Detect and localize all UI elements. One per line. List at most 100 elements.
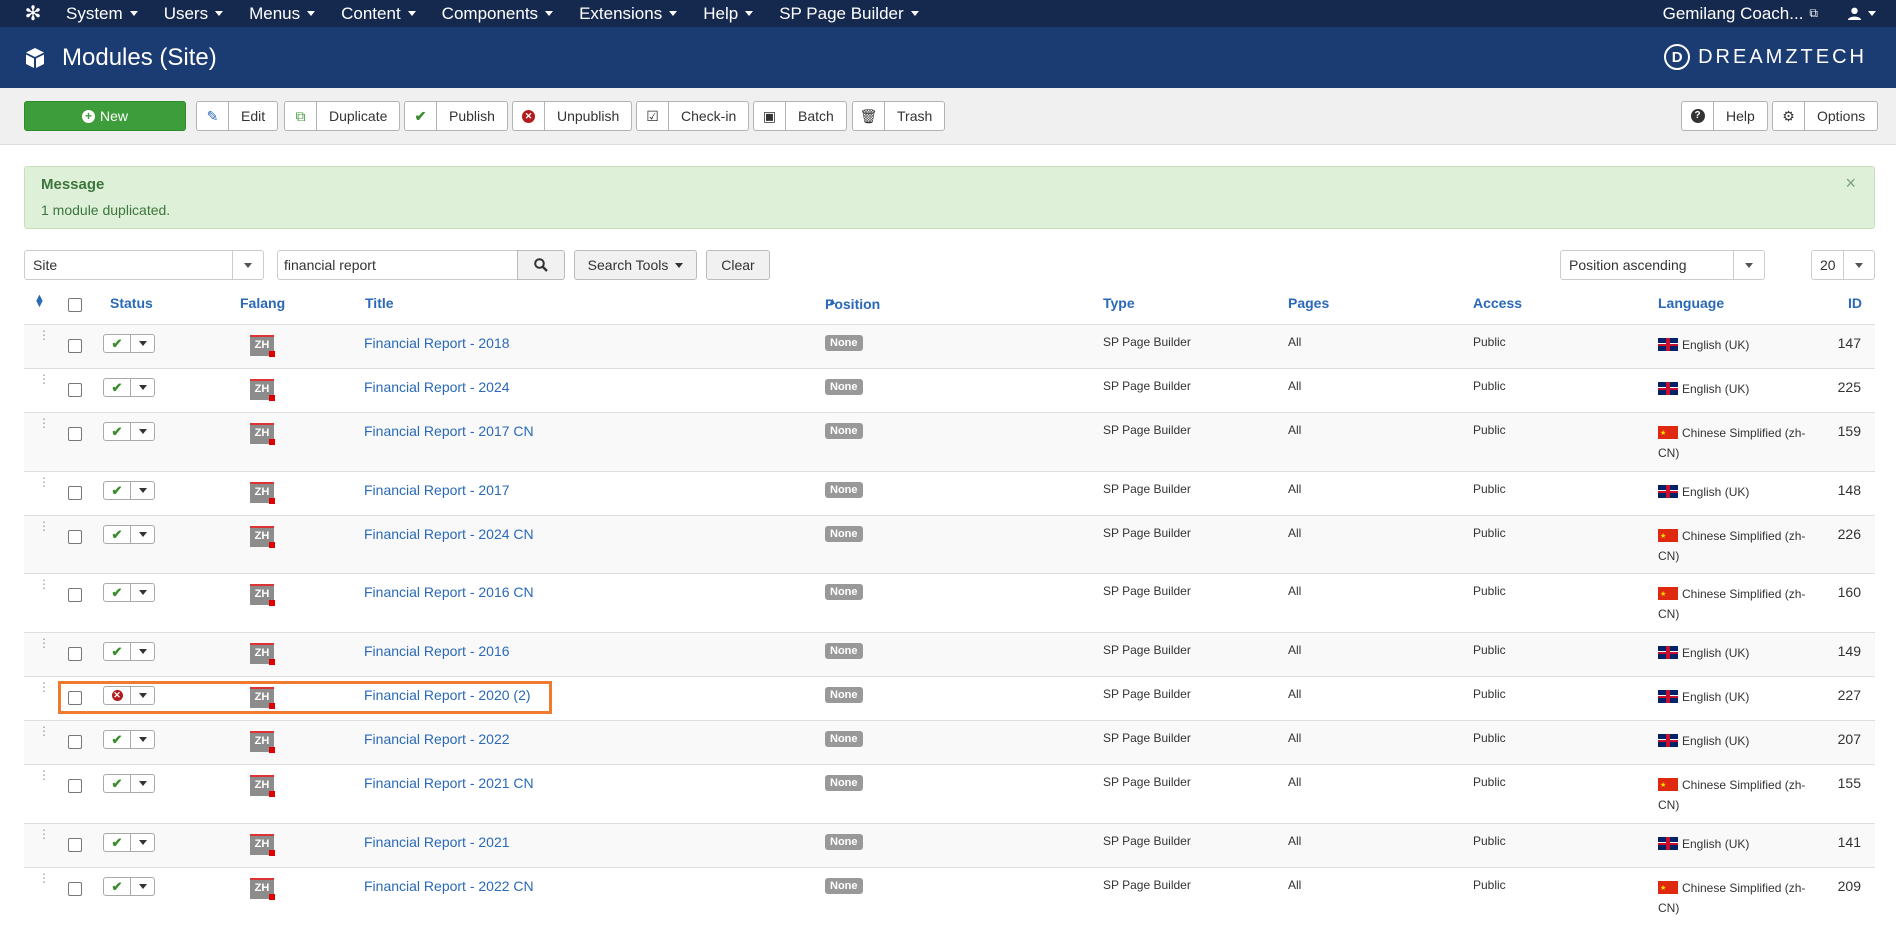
status-dropdown-caret-icon[interactable] [131, 334, 155, 353]
status-toggle[interactable]: ✔ [103, 833, 155, 852]
module-title-link[interactable]: Financial Report - 2021 CN [364, 775, 534, 791]
site-link[interactable]: Gemilang Coach... ⧉ [1663, 4, 1818, 24]
status-dropdown-caret-icon[interactable] [131, 730, 155, 749]
drag-handle-icon[interactable]: ⋮ [38, 520, 50, 532]
published-check-icon[interactable]: ✔ [103, 583, 131, 602]
search-input[interactable]: financial report [277, 250, 518, 280]
status-dropdown-caret-icon[interactable] [131, 481, 155, 500]
menu-extensions[interactable]: Extensions [579, 4, 678, 24]
drag-handle-icon[interactable]: ⋮ [38, 476, 50, 488]
status-toggle[interactable]: ✔ [103, 877, 155, 896]
checkin-button[interactable]: ☑ Check-in [636, 101, 750, 131]
menu-help[interactable]: Help [703, 4, 754, 24]
falang-zh-icon[interactable]: ZH [250, 482, 275, 504]
ordering-select[interactable]: Position ascending [1560, 250, 1765, 280]
menu-components[interactable]: Components [442, 4, 554, 24]
status-dropdown-caret-icon[interactable] [131, 877, 155, 896]
status-toggle[interactable]: ✔ [103, 583, 155, 602]
falang-zh-icon[interactable]: ZH [250, 731, 275, 753]
row-checkbox[interactable] [68, 486, 82, 500]
search-tools-button[interactable]: Search Tools [574, 250, 697, 280]
status-toggle[interactable]: ✔ [103, 378, 155, 397]
row-checkbox[interactable] [68, 779, 82, 793]
status-dropdown-caret-icon[interactable] [131, 422, 155, 441]
drag-handle-icon[interactable]: ⋮ [38, 681, 50, 693]
row-checkbox[interactable] [68, 838, 82, 852]
falang-zh-icon[interactable]: ZH [250, 584, 275, 606]
module-title-link[interactable]: Financial Report - 2016 CN [364, 584, 534, 600]
row-checkbox[interactable] [68, 427, 82, 441]
options-button[interactable]: ⚙ Options [1772, 101, 1879, 131]
published-check-icon[interactable]: ✔ [103, 525, 131, 544]
falang-zh-icon[interactable]: ZH [250, 775, 275, 797]
column-id[interactable]: ID [1848, 295, 1862, 311]
unpublish-button[interactable]: ✕ Unpublish [512, 101, 633, 131]
column-language[interactable]: Language [1658, 295, 1724, 311]
edit-button[interactable]: ✎ Edit [196, 101, 279, 131]
publish-button[interactable]: ✔ Publish [404, 101, 508, 131]
published-check-icon[interactable]: ✔ [103, 774, 131, 793]
ordering-sort-icon[interactable]: ▲ ▼ [34, 293, 45, 310]
column-falang[interactable]: Falang [240, 295, 285, 311]
status-toggle[interactable]: ✔ [103, 525, 155, 544]
published-check-icon[interactable]: ✔ [103, 481, 131, 500]
client-select[interactable]: Site [24, 250, 264, 280]
status-dropdown-caret-icon[interactable] [131, 833, 155, 852]
published-check-icon[interactable]: ✔ [103, 642, 131, 661]
module-title-link[interactable]: Financial Report - 2024 CN [364, 526, 534, 542]
published-check-icon[interactable]: ✔ [103, 334, 131, 353]
drag-handle-icon[interactable]: ⋮ [38, 578, 50, 590]
trash-button[interactable]: 🗑 Trash [852, 101, 946, 131]
module-title-link[interactable]: Financial Report - 2022 CN [364, 878, 534, 894]
duplicate-button[interactable]: ⧉ Duplicate [284, 101, 401, 131]
status-toggle[interactable]: ✔ [103, 334, 155, 353]
close-icon[interactable]: × [1845, 173, 1856, 194]
published-check-icon[interactable]: ✔ [103, 877, 131, 896]
published-check-icon[interactable]: ✔ [103, 422, 131, 441]
module-title-link[interactable]: Financial Report - 2022 [364, 731, 510, 747]
menu-users[interactable]: Users [164, 4, 224, 24]
status-toggle[interactable]: ✔ [103, 774, 155, 793]
status-toggle[interactable]: ✔ [103, 730, 155, 749]
drag-handle-icon[interactable]: ⋮ [38, 373, 50, 385]
drag-handle-icon[interactable]: ⋮ [38, 872, 50, 884]
falang-zh-icon[interactable]: ZH [250, 526, 275, 548]
row-checkbox[interactable] [68, 735, 82, 749]
falang-zh-icon[interactable]: ZH [250, 643, 275, 665]
menu-content[interactable]: Content [341, 4, 416, 24]
new-button[interactable]: + New [24, 101, 186, 131]
row-checkbox[interactable] [68, 339, 82, 353]
column-access[interactable]: Access [1473, 295, 1522, 311]
status-toggle[interactable]: ✔ [103, 642, 155, 661]
status-dropdown-caret-icon[interactable] [131, 583, 155, 602]
drag-handle-icon[interactable]: ⋮ [38, 769, 50, 781]
row-checkbox[interactable] [68, 882, 82, 896]
drag-handle-icon[interactable]: ⋮ [38, 725, 50, 737]
row-checkbox[interactable] [68, 588, 82, 602]
column-pages[interactable]: Pages [1288, 295, 1329, 311]
row-checkbox[interactable] [68, 530, 82, 544]
row-checkbox[interactable] [68, 383, 82, 397]
status-dropdown-caret-icon[interactable] [131, 642, 155, 661]
falang-zh-icon[interactable]: ZH [250, 834, 275, 856]
drag-handle-icon[interactable]: ⋮ [38, 329, 50, 341]
falang-zh-icon[interactable]: ZH [250, 379, 275, 401]
column-type[interactable]: Type [1103, 295, 1135, 311]
module-title-link[interactable]: Financial Report - 2021 [364, 834, 510, 850]
limit-select[interactable]: 20 [1811, 250, 1875, 280]
column-title[interactable]: Title [365, 295, 394, 311]
menu-system[interactable]: System [66, 4, 138, 24]
row-checkbox[interactable] [68, 647, 82, 661]
clear-button[interactable]: Clear [706, 250, 770, 280]
user-menu[interactable] [1848, 7, 1876, 20]
menu-sp-page-builder[interactable]: SP Page Builder [779, 4, 919, 24]
help-button[interactable]: ? Help [1681, 101, 1768, 131]
status-dropdown-caret-icon[interactable] [131, 525, 155, 544]
falang-zh-icon[interactable]: ZH [250, 878, 275, 900]
module-title-link[interactable]: Financial Report - 2017 [364, 482, 510, 498]
published-check-icon[interactable]: ✔ [103, 833, 131, 852]
search-button[interactable] [517, 250, 565, 280]
column-status[interactable]: Status [110, 295, 153, 311]
status-dropdown-caret-icon[interactable] [131, 378, 155, 397]
published-check-icon[interactable]: ✔ [103, 730, 131, 749]
